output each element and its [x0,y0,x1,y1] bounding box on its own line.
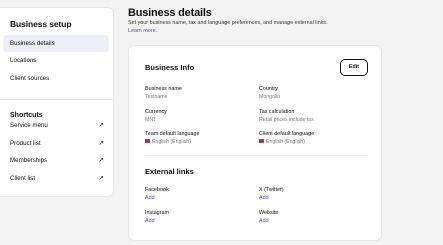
client-language-text: English (English) [266,139,305,145]
arrow-up-right-icon: ↗ [98,122,104,129]
arrow-up-right-icon: ↗ [98,157,104,164]
shortcut-label: Service menu [10,122,48,129]
page-subtitle: Set your business name, tax and language… [128,20,328,26]
sidebar-item-locations[interactable]: Locations [3,52,109,69]
client-language-label: Client default language [259,131,315,137]
uk-flag-icon [259,139,264,144]
business-name-value: Testname [145,94,168,100]
shortcut-client-list[interactable]: Client list ↗ [10,173,104,185]
shortcut-label: Client list [10,175,36,182]
team-language-label: Team default language [145,131,200,137]
shortcuts-title: Shortcuts [10,112,43,119]
business-name-label: Business name [145,86,182,92]
business-info-card: Business Info Edit Business name Testnam… [128,45,382,241]
sidebar-title: Business setup [10,19,72,29]
sidebar: Business setup Business details Location… [0,7,114,197]
facebook-label: Facebook [145,187,169,193]
shortcut-label: Product list [10,140,41,147]
tax-calculation-value: Retail prices include tax [259,117,314,123]
shortcut-product-list[interactable]: Product list ↗ [10,138,104,150]
country-label: Country [259,86,278,92]
arrow-up-right-icon: ↗ [98,175,104,182]
website-label: Website [259,210,279,216]
shortcut-memberships[interactable]: Memberships ↗ [10,155,104,167]
sidebar-item-business-details[interactable]: Business details [3,35,109,52]
instagram-add-link[interactable]: Add [145,218,155,224]
twitter-add-link[interactable]: Add [259,195,269,201]
facebook-add-link[interactable]: Add [145,195,155,201]
external-links-title: External links [145,167,194,176]
shortcut-label: Memberships [10,157,48,164]
instagram-label: Instagram [145,210,169,216]
business-info-title: Business Info [145,63,195,72]
sidebar-item-client-sources[interactable]: Client sources [3,70,109,87]
learn-more-link[interactable]: Learn more. [128,28,157,34]
client-language-value: English (English) [259,139,305,145]
shortcut-service-menu[interactable]: Service menu ↗ [10,120,104,132]
uk-flag-icon [145,139,150,144]
team-language-value: English (English) [145,139,191,145]
tax-calculation-label: Tax calculation [259,109,295,115]
website-add-link[interactable]: Add [259,218,269,224]
page: Business setup Business details Location… [0,0,443,245]
twitter-label: X (Twitter) [259,187,284,193]
edit-button[interactable]: Edit [340,59,368,76]
arrow-up-right-icon: ↗ [98,140,104,147]
card-divider [145,155,366,156]
currency-label: Currency [145,109,167,115]
country-value: Mongolia [259,94,281,100]
sidebar-divider [0,99,113,100]
currency-value: MNT [145,117,157,123]
page-title: Business details [128,7,212,19]
team-language-text: English (English) [152,139,191,145]
